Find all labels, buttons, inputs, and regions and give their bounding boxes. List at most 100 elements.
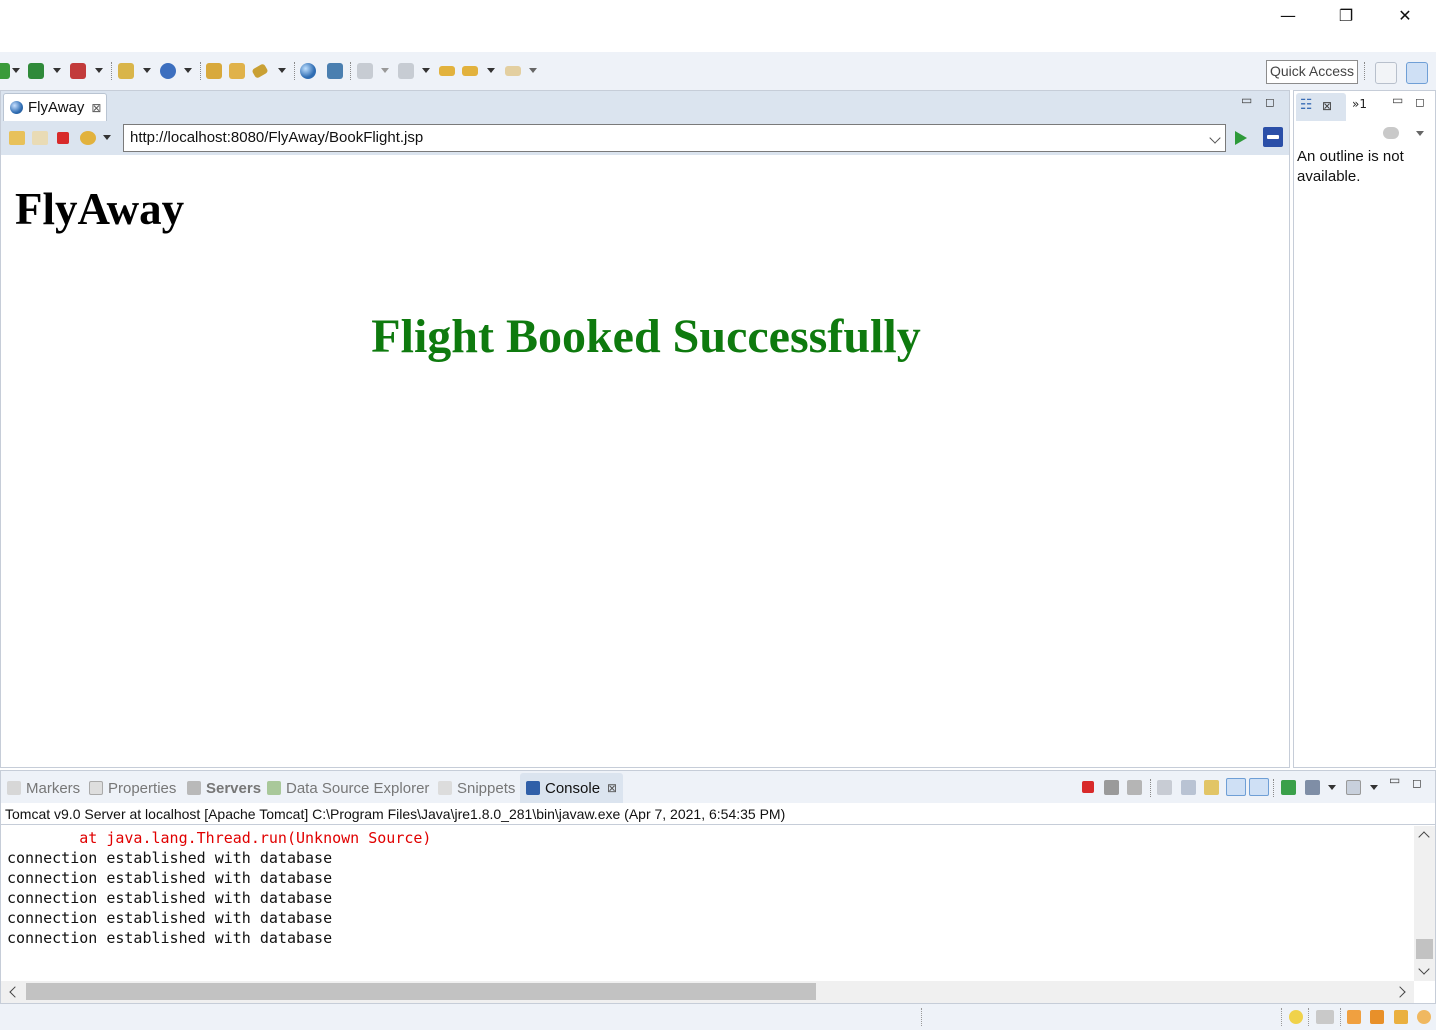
new-server-dropdown-icon[interactable]	[143, 68, 151, 73]
tab-console[interactable]: Console ⊠	[520, 773, 624, 803]
clear-console-icon[interactable]	[1157, 780, 1172, 795]
scroll-lock-icon[interactable]	[1181, 780, 1196, 795]
samples-icon[interactable]	[1394, 1010, 1408, 1024]
tab-snippets[interactable]: Snippets	[438, 773, 515, 803]
restore-icon: ❐	[1338, 5, 1354, 25]
javaee-perspective-icon[interactable]	[1406, 62, 1428, 84]
debug-dropdown-icon[interactable]	[53, 68, 61, 73]
view-overflow-button[interactable]: »1	[1352, 97, 1367, 111]
open-console-dropdown-icon[interactable]	[1370, 785, 1378, 790]
tab-label: Snippets	[457, 779, 516, 797]
next-annotation-dropdown-icon[interactable]	[381, 68, 389, 73]
show-on-stdout-icon[interactable]	[1226, 778, 1246, 796]
word-wrap-icon[interactable]	[1204, 780, 1219, 795]
minimize-view-icon[interactable]: ▭	[1389, 773, 1400, 787]
maximize-view-icon[interactable]: ◻	[1412, 776, 1422, 790]
tab-markers[interactable]: Markers	[7, 773, 80, 803]
new-server-icon[interactable]	[118, 63, 134, 79]
web-browser-icon[interactable]	[300, 63, 316, 79]
browser-back-icon[interactable]	[9, 131, 25, 145]
back-dropdown-icon[interactable]	[487, 68, 495, 73]
search-icon[interactable]	[327, 63, 343, 79]
search-dropdown-icon[interactable]	[278, 68, 286, 73]
remove-all-terminated-icon[interactable]	[1127, 780, 1142, 795]
stop-icon[interactable]	[57, 132, 69, 144]
minimize-view-icon[interactable]: ▭	[1241, 93, 1252, 107]
tab-properties[interactable]: Properties	[89, 773, 176, 803]
open-folder-icon[interactable]	[229, 63, 245, 79]
tab-flyaway[interactable]: FlyAway ⊠	[3, 93, 107, 121]
update-icon[interactable]	[1316, 1010, 1334, 1024]
overview-icon[interactable]	[1347, 1010, 1361, 1024]
toolbar-separator	[294, 62, 295, 80]
scrollbar-thumb[interactable]	[26, 983, 816, 1000]
run-icon[interactable]	[0, 63, 10, 79]
console-output[interactable]: at java.lang.Thread.run(Unknown Source) …	[1, 826, 1413, 981]
view-menu-icon[interactable]	[1416, 131, 1424, 136]
close-window-button[interactable]: ✕	[1376, 0, 1434, 30]
profile-icon[interactable]	[70, 63, 86, 79]
remove-launch-icon[interactable]	[1104, 780, 1119, 795]
lightbulb-icon[interactable]	[1289, 1010, 1303, 1024]
globe-icon	[10, 101, 23, 114]
tutorials-icon[interactable]	[1370, 1010, 1384, 1024]
display-console-dropdown-icon[interactable]	[1328, 785, 1336, 790]
outline-empty-message: An outline is not available.	[1297, 148, 1404, 185]
close-tab-icon[interactable]: ⊠	[1322, 99, 1332, 113]
back-icon[interactable]	[462, 66, 478, 76]
close-tab-icon[interactable]: ⊠	[607, 781, 617, 795]
browser-dropdown-icon[interactable]	[103, 135, 111, 140]
vertical-scrollbar[interactable]	[1414, 826, 1435, 981]
previous-annotation-dropdown-icon[interactable]	[422, 68, 430, 73]
run-dropdown-icon[interactable]	[12, 68, 20, 73]
open-perspective-icon[interactable]	[1375, 62, 1397, 84]
whats-new-icon[interactable]	[1417, 1010, 1431, 1024]
refresh-icon[interactable]	[80, 131, 96, 145]
minimize-button[interactable]: —	[1259, 0, 1317, 30]
forward-dropdown-icon[interactable]	[529, 68, 537, 73]
display-selected-console-icon[interactable]	[1305, 780, 1320, 795]
quick-access-input[interactable]: Quick Access	[1266, 60, 1358, 84]
url-input[interactable]: http://localhost:8080/FlyAway/BookFlight…	[123, 124, 1226, 152]
search-task-icon[interactable]	[251, 63, 269, 79]
browser-forward-icon[interactable]	[32, 131, 48, 145]
horizontal-scrollbar[interactable]	[1, 981, 1414, 1003]
terminate-icon[interactable]	[1082, 781, 1094, 793]
next-annotation-icon[interactable]	[357, 63, 373, 79]
show-on-stderr-icon[interactable]	[1249, 778, 1269, 796]
pin-console-icon[interactable]	[1281, 780, 1296, 795]
focus-icon[interactable]	[1383, 127, 1399, 139]
tab-data-source-explorer[interactable]: Data Source Explorer	[267, 773, 429, 803]
scroll-right-icon[interactable]	[1394, 986, 1406, 998]
previous-annotation-icon[interactable]	[398, 63, 414, 79]
tab-servers[interactable]: Servers	[187, 773, 261, 803]
close-icon: ✕	[1398, 5, 1412, 25]
maximize-view-icon[interactable]: ◻	[1415, 95, 1425, 109]
scroll-left-icon[interactable]	[9, 986, 21, 998]
browser-editor: FlyAway ⊠ ▭ ◻ http://localhost:8080/FlyA…	[0, 90, 1290, 768]
tab-outline[interactable]: ☷ ⊠	[1296, 93, 1346, 121]
open-console-icon[interactable]	[1346, 780, 1361, 795]
scrollbar-thumb[interactable]	[1416, 939, 1433, 959]
bottom-tab-bar: Markers Properties Servers Data Source E…	[1, 771, 1435, 803]
maximize-view-icon[interactable]: ◻	[1265, 95, 1275, 109]
url-history-dropdown-icon[interactable]	[1209, 132, 1221, 144]
data-source-explorer-icon	[267, 781, 281, 795]
minimize-view-icon[interactable]: ▭	[1392, 93, 1403, 107]
open-type-icon[interactable]	[206, 63, 222, 79]
restore-button[interactable]: ❐	[1317, 0, 1375, 30]
new-wizard-dropdown-icon[interactable]	[184, 68, 192, 73]
open-external-browser-icon[interactable]	[1263, 127, 1283, 147]
profile-dropdown-icon[interactable]	[95, 68, 103, 73]
new-wizard-icon[interactable]	[160, 63, 176, 79]
console-line: connection established with database	[7, 889, 333, 907]
toolbar-separator	[111, 62, 112, 80]
go-button[interactable]	[1235, 131, 1247, 145]
scroll-down-icon[interactable]	[1418, 963, 1430, 975]
close-tab-icon[interactable]: ⊠	[91, 101, 101, 115]
forward-icon[interactable]	[505, 66, 521, 76]
debug-icon[interactable]	[28, 63, 44, 79]
last-edit-location-icon[interactable]	[439, 66, 455, 76]
scroll-up-icon[interactable]	[1418, 831, 1430, 843]
url-text: http://localhost:8080/FlyAway/BookFlight…	[130, 129, 424, 146]
